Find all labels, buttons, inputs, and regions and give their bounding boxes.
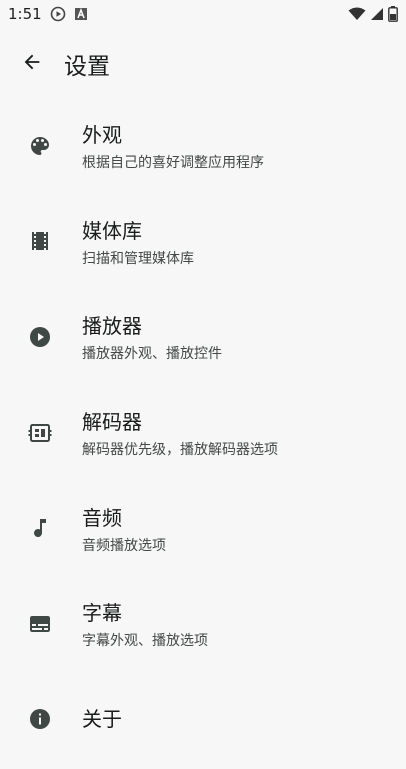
play-circle-icon: [50, 6, 66, 22]
cellular-icon: [370, 7, 384, 21]
back-button[interactable]: [8, 40, 56, 88]
music-note-icon: [28, 516, 52, 544]
settings-item-title: 音频: [82, 505, 122, 530]
decoder-chip-icon: [28, 421, 52, 449]
settings-item-appearance[interactable]: 外观 根据自己的喜好调整应用程序: [0, 100, 406, 196]
settings-item-title: 解码器: [82, 410, 142, 435]
settings-item-player[interactable]: 播放器 播放器外观、播放控件: [0, 291, 406, 387]
settings-item-media-library[interactable]: 媒体库 扫描和管理媒体库: [0, 196, 406, 292]
font-a-icon: [74, 7, 88, 21]
settings-item-subtitle: 音频播放选项: [82, 537, 166, 554]
app-bar: 设置: [0, 36, 406, 92]
film-icon: [28, 229, 52, 257]
status-time: 1:51: [8, 5, 42, 23]
settings-item-subtitle: 根据自己的喜好调整应用程序: [82, 155, 264, 172]
settings-item-audio[interactable]: 音频 音频播放选项: [0, 482, 406, 578]
settings-item-title: 字幕: [82, 601, 122, 626]
settings-item-subtitle: 播放器外观、播放控件: [82, 346, 222, 363]
settings-item-title: 外观: [82, 123, 122, 148]
page-title: 设置: [64, 54, 110, 80]
settings-item-subtitle: 字幕外观、播放选项: [82, 633, 208, 650]
settings-item-title: 播放器: [82, 314, 142, 339]
play-circle-icon: [28, 325, 52, 353]
settings-item-subtitle: 扫描和管理媒体库: [82, 250, 194, 267]
battery-icon: [388, 6, 398, 22]
settings-item-subtitles[interactable]: 字幕 字幕外观、播放选项: [0, 578, 406, 674]
settings-item-title: 关于: [82, 706, 122, 731]
settings-item-about[interactable]: 关于: [0, 674, 406, 769]
settings-item-title: 媒体库: [82, 218, 142, 243]
status-bar: 1:51: [0, 0, 406, 28]
wifi-icon: [348, 7, 366, 21]
settings-list: 外观 根据自己的喜好调整应用程序 媒体库 扫描和管理媒体库 播放器 播放器外观、…: [0, 100, 406, 769]
settings-item-subtitle: 解码器优先级，播放解码器选项: [82, 442, 278, 459]
info-icon: [28, 707, 52, 735]
palette-icon: [28, 134, 52, 162]
settings-item-decoder[interactable]: 解码器 解码器优先级，播放解码器选项: [0, 387, 406, 483]
subtitles-icon: [28, 612, 52, 640]
arrow-back-icon: [21, 51, 43, 77]
